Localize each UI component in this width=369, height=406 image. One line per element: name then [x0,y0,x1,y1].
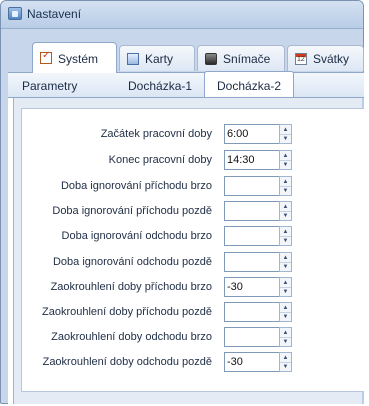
field-row-work-end: Konec pracovní doby 14:30 ▲ ▼ [0,150,300,170]
tab-readers-label: Snímače [223,52,271,66]
work-start-input[interactable]: 6:00 [224,124,280,144]
title-bar[interactable]: Nastavení [1,1,363,29]
round-departure-early-spinner[interactable]: ▲ ▼ [279,327,292,347]
round-arrival-late-spinner[interactable]: ▲ ▼ [279,302,292,322]
subtab-parametry[interactable]: Parametry [22,79,77,93]
round-arrival-early-input[interactable]: -30 [224,277,280,297]
field-label: Doba ignorování odchodu brzo [61,230,212,242]
spin-down-icon[interactable]: ▼ [280,211,291,220]
spin-down-icon[interactable]: ▼ [280,337,291,346]
ignore-departure-late-input[interactable] [224,252,280,272]
field-label: Zaokrouhlení doby odchodu brzo [51,331,212,343]
checklist-icon [40,50,52,64]
spin-down-icon[interactable]: ▼ [280,186,291,195]
spin-down-icon[interactable]: ▼ [280,134,291,143]
field-label: Doba ignorování příchodu pozdě [52,205,212,217]
round-arrival-late-input[interactable] [224,302,280,322]
tab-system[interactable]: Systém [32,42,117,73]
ignore-departure-early-spinner[interactable]: ▲ ▼ [279,226,292,246]
ignore-arrival-late-spinner[interactable]: ▲ ▼ [279,201,292,221]
round-arrival-early-spinner[interactable]: ▲ ▼ [279,277,292,297]
tab-cards-label: Karty [145,52,174,66]
field-row-round-departure-early: Zaokrouhlení doby odchodu brzo ▲ ▼ [0,327,300,347]
field-row-round-arrival-early: Zaokrouhlení doby příchodu brzo -30 ▲ ▼ [0,277,300,297]
reader-icon [205,53,217,65]
work-start-spinner[interactable]: ▲ ▼ [279,124,292,144]
spin-down-icon[interactable]: ▼ [280,236,291,245]
field-label: Konec pracovní doby [108,154,212,166]
round-departure-late-spinner[interactable]: ▲ ▼ [279,352,292,372]
field-row-work-start: Začátek pracovní doby 6:00 ▲ ▼ [0,124,300,144]
field-row-ignore-arrival-early: Doba ignorování příchodu brzo ▲ ▼ [0,176,300,196]
work-end-input[interactable]: 14:30 [224,150,280,170]
spin-down-icon[interactable]: ▼ [280,160,291,169]
ignore-arrival-late-input[interactable] [224,201,280,221]
field-label: Zaokrouhlení doby příchodu brzo [50,281,212,293]
main-tab-strip: Systém Karty Snímače Svátky [8,36,364,73]
field-label: Doba ignorování příchodu brzo [60,180,212,192]
subtab-dochazka-1[interactable]: Docházka-1 [128,79,192,93]
tab-readers[interactable]: Snímače [197,45,285,71]
tab-system-label: Systém [58,52,99,66]
tab-holidays[interactable]: Svátky [287,45,364,71]
window-title: Nastavení [27,7,82,21]
field-label: Začátek pracovní doby [100,128,212,140]
tab-holidays-label: Svátky [313,52,350,66]
round-departure-late-input[interactable]: -30 [224,352,280,372]
ignore-departure-late-spinner[interactable]: ▲ ▼ [279,252,292,272]
field-row-ignore-arrival-late: Doba ignorování příchodu pozdě ▲ ▼ [0,201,300,221]
work-end-spinner[interactable]: ▲ ▼ [279,150,292,170]
card-icon [127,53,139,65]
spin-down-icon[interactable]: ▼ [280,362,291,371]
subtab-dochazka-2[interactable]: Docházka-2 [204,71,295,97]
field-label: Doba ignorování odchodu pozdě [52,256,212,268]
spin-down-icon[interactable]: ▼ [280,287,291,296]
tab-cards[interactable]: Karty [119,45,195,71]
field-label: Zaokrouhlení doby odchodu pozdě [42,356,212,368]
ignore-departure-early-input[interactable] [224,226,280,246]
round-departure-early-input[interactable] [224,327,280,347]
spin-down-icon[interactable]: ▼ [280,262,291,271]
ignore-arrival-early-spinner[interactable]: ▲ ▼ [279,176,292,196]
calendar-icon [295,53,307,65]
sub-tab-strip: Parametry Docházka-1 Docházka-2 [8,71,364,98]
field-row-ignore-departure-late: Doba ignorování odchodu pozdě ▲ ▼ [0,252,300,272]
field-row-round-departure-late: Zaokrouhlení doby odchodu pozdě -30 ▲ ▼ [0,352,300,372]
field-row-ignore-departure-early: Doba ignorování odchodu brzo ▲ ▼ [0,226,300,246]
field-row-round-arrival-late: Zaokrouhlení doby příchodu pozdě ▲ ▼ [0,302,300,322]
field-label: Zaokrouhlení doby příchodu pozdě [41,306,212,318]
app-window-icon [8,7,22,20]
spin-down-icon[interactable]: ▼ [280,312,291,321]
ignore-arrival-early-input[interactable] [224,176,280,196]
